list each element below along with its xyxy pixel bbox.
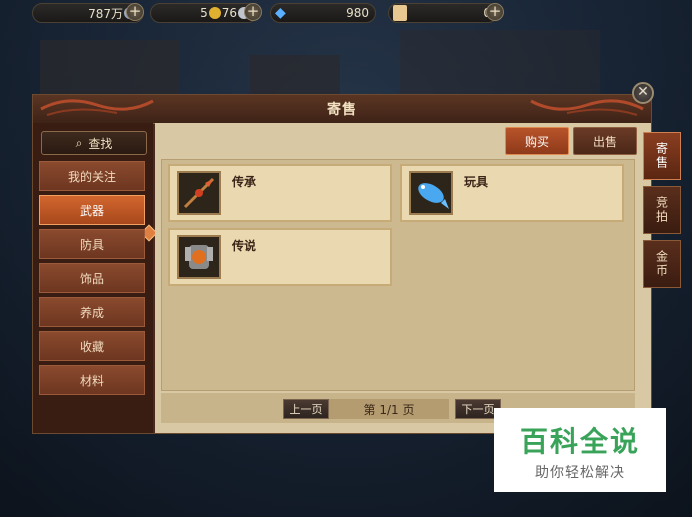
item-card[interactable]: 玩具 [400, 164, 624, 222]
buy-button[interactable]: 购买 [505, 127, 569, 155]
category-my-favorites[interactable]: 我的关注 [39, 161, 145, 191]
background-building [40, 40, 180, 100]
scroll-display: 0 [388, 3, 498, 23]
category-materials[interactable]: 材料 [39, 365, 145, 395]
category-sidebar: ⌕ 查找 我的关注 武器 防具 饰品 养成 收藏 材料 [33, 123, 158, 433]
item-list: 传承 玩具 传说 [161, 159, 635, 391]
header-ornament-right [530, 99, 644, 116]
silver-value: 76 [221, 6, 237, 20]
item-name: 玩具 [464, 175, 489, 189]
armor-icon [177, 235, 221, 279]
scroll-icon [393, 5, 407, 21]
category-armor[interactable]: 防具 [39, 229, 145, 259]
item-name: 传说 [232, 239, 257, 253]
background-building [400, 30, 600, 100]
search-button[interactable]: ⌕ 查找 [41, 131, 147, 155]
category-collection[interactable]: 收藏 [39, 331, 145, 361]
sell-button[interactable]: 出售 [573, 127, 637, 155]
coin-display: 5 76 [150, 3, 258, 23]
gold-coin-icon [208, 7, 221, 19]
search-label: 查找 [88, 136, 113, 151]
blue-gem-icon: ◆ [275, 5, 286, 21]
add-scroll-button[interactable]: + [486, 3, 504, 21]
category-weapons[interactable]: 武器 [39, 195, 145, 225]
prev-page-button[interactable]: 上一页 [283, 399, 329, 419]
blue-fish-icon [409, 171, 453, 215]
gem-value: 980 [346, 6, 369, 20]
panel-header: 寄售 [33, 95, 651, 124]
item-name: 传承 [232, 175, 257, 189]
category-cultivation[interactable]: 养成 [39, 297, 145, 327]
add-currency-button[interactable]: + [126, 3, 144, 21]
consignment-panel: 寄售 ⌕ 查找 我的关注 武器 防具 饰品 养成 收藏 材料 购买 出售 传承 … [32, 94, 652, 434]
watermark-title: 百科全说 [519, 425, 640, 458]
search-icon: ⌕ [75, 135, 83, 150]
watermark: 百科全说 助你轻松解决 [494, 408, 666, 492]
gold-value: 5 [200, 6, 208, 20]
tab-consignment[interactable]: 寄售 [643, 132, 681, 180]
currency-value: 787万 [88, 6, 123, 21]
tab-auction[interactable]: 竞拍 [643, 186, 681, 234]
watermark-subtitle: 助你轻松解决 [535, 465, 625, 481]
item-card[interactable]: 传承 [168, 164, 392, 222]
close-button[interactable]: ✕ [632, 82, 654, 104]
page-indicator: 第 1/1 页 [329, 399, 449, 419]
spear-icon [177, 171, 221, 215]
tab-gold[interactable]: 金币 [643, 240, 681, 288]
gem-display: ◆ 980 [270, 3, 376, 23]
category-accessories[interactable]: 饰品 [39, 263, 145, 293]
listing-content: 购买 出售 传承 玩具 传说 上一页 第 1/1 页 下一页 [155, 123, 651, 433]
add-coin-button[interactable]: + [244, 3, 262, 21]
item-card[interactable]: 传说 [168, 228, 392, 286]
